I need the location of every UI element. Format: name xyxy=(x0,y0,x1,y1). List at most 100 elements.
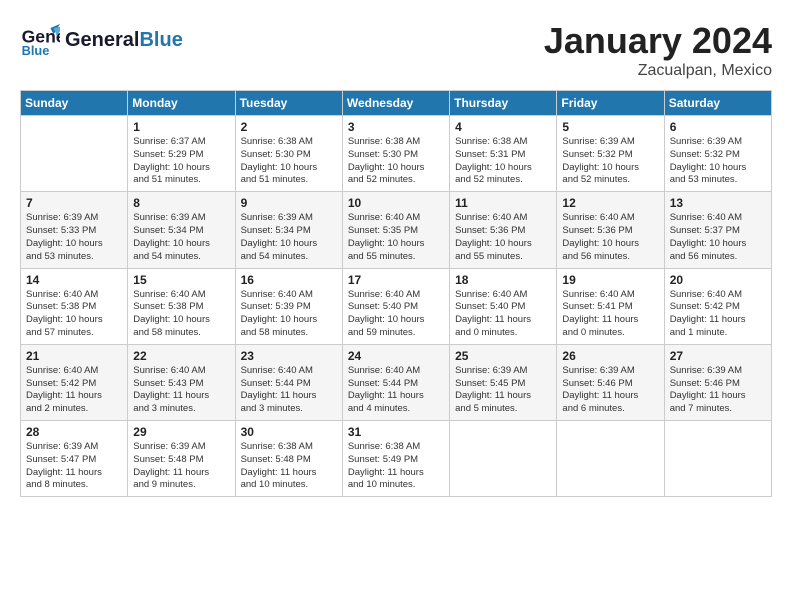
day-info: Sunrise: 6:40 AMSunset: 5:40 PMDaylight:… xyxy=(348,289,444,340)
day-info: Sunrise: 6:40 AMSunset: 5:36 PMDaylight:… xyxy=(455,212,551,263)
calendar-day-cell xyxy=(557,421,664,497)
day-number: 27 xyxy=(670,349,766,363)
day-info: Sunrise: 6:38 AMSunset: 5:30 PMDaylight:… xyxy=(241,136,337,187)
day-number: 25 xyxy=(455,349,551,363)
day-info: Sunrise: 6:40 AMSunset: 5:40 PMDaylight:… xyxy=(455,289,551,340)
page-header: General Blue GeneralBlue January 2024 Za… xyxy=(20,20,772,80)
calendar-day-cell: 26Sunrise: 6:39 AMSunset: 5:46 PMDayligh… xyxy=(557,344,664,420)
day-info: Sunrise: 6:40 AMSunset: 5:43 PMDaylight:… xyxy=(133,365,229,416)
day-info: Sunrise: 6:39 AMSunset: 5:33 PMDaylight:… xyxy=(26,212,122,263)
day-info: Sunrise: 6:40 AMSunset: 5:38 PMDaylight:… xyxy=(26,289,122,340)
calendar-day-cell: 29 Sunrise: 6:39 AMSunset: 5:48 PMDayligh… xyxy=(128,421,235,497)
day-info: Sunrise: 6:40 AMSunset: 5:44 PMDaylight:… xyxy=(348,365,444,416)
calendar-day-cell: 16 Sunrise: 6:40 AMSunset: 5:39 PMDayligh… xyxy=(235,268,342,344)
calendar-day-cell: 18 Sunrise: 6:40 AMSunset: 5:40 PMDayligh… xyxy=(450,268,557,344)
calendar-day-cell: 8 Sunrise: 6:39 AMSunset: 5:34 PMDaylight… xyxy=(128,192,235,268)
day-info: Sunrise: 6:38 AMSunset: 5:49 PMDaylight:… xyxy=(348,441,444,492)
svg-text:Blue: Blue xyxy=(22,43,50,58)
day-info: Sunrise: 6:39 AMSunset: 5:32 PMDaylight:… xyxy=(562,136,658,187)
calendar-week-row: 28Sunrise: 6:39 AMSunset: 5:47 PMDayligh… xyxy=(21,421,772,497)
day-number: 5 xyxy=(562,120,658,134)
calendar-day-cell: 3 Sunrise: 6:38 AMSunset: 5:30 PMDaylight… xyxy=(342,116,449,192)
day-number: 20 xyxy=(670,273,766,287)
calendar-day-cell: 28Sunrise: 6:39 AMSunset: 5:47 PMDayligh… xyxy=(21,421,128,497)
calendar-day-cell: 25 Sunrise: 6:39 AMSunset: 5:45 PMDayligh… xyxy=(450,344,557,420)
calendar-day-cell: 2 Sunrise: 6:38 AMSunset: 5:30 PMDaylight… xyxy=(235,116,342,192)
month-title: January 2024 xyxy=(544,20,772,62)
day-info: Sunrise: 6:40 AMSunset: 5:37 PMDaylight:… xyxy=(670,212,766,263)
day-info: Sunrise: 6:40 AMSunset: 5:41 PMDaylight:… xyxy=(562,289,658,340)
calendar-day-cell: 11 Sunrise: 6:40 AMSunset: 5:36 PMDayligh… xyxy=(450,192,557,268)
day-number: 13 xyxy=(670,196,766,210)
day-number: 19 xyxy=(562,273,658,287)
day-of-week-header: Saturday xyxy=(664,91,771,116)
calendar-day-cell: 23 Sunrise: 6:40 AMSunset: 5:44 PMDayligh… xyxy=(235,344,342,420)
calendar-day-cell xyxy=(450,421,557,497)
calendar-day-cell: 1 Sunrise: 6:37 AMSunset: 5:29 PMDaylight… xyxy=(128,116,235,192)
day-number: 24 xyxy=(348,349,444,363)
day-number: 10 xyxy=(348,196,444,210)
day-info: Sunrise: 6:40 AMSunset: 5:42 PMDaylight:… xyxy=(26,365,122,416)
day-info: Sunrise: 6:39 AMSunset: 5:46 PMDaylight:… xyxy=(562,365,658,416)
day-number: 17 xyxy=(348,273,444,287)
day-number: 11 xyxy=(455,196,551,210)
calendar-day-cell: 13 Sunrise: 6:40 AMSunset: 5:37 PMDayligh… xyxy=(664,192,771,268)
day-number: 4 xyxy=(455,120,551,134)
day-number: 16 xyxy=(241,273,337,287)
day-number: 12 xyxy=(562,196,658,210)
day-info: Sunrise: 6:40 AMSunset: 5:38 PMDaylight:… xyxy=(133,289,229,340)
day-info: Sunrise: 6:40 AMSunset: 5:44 PMDaylight:… xyxy=(241,365,337,416)
calendar-day-cell: 15 Sunrise: 6:40 AMSunset: 5:38 PMDayligh… xyxy=(128,268,235,344)
calendar-day-cell: 10Sunrise: 6:40 AMSunset: 5:35 PMDayligh… xyxy=(342,192,449,268)
day-info: Sunrise: 6:40 AMSunset: 5:39 PMDaylight:… xyxy=(241,289,337,340)
day-number: 29 xyxy=(133,425,229,439)
calendar-day-cell: 5 Sunrise: 6:39 AMSunset: 5:32 PMDaylight… xyxy=(557,116,664,192)
calendar-day-cell: 27 Sunrise: 6:39 AMSunset: 5:46 PMDayligh… xyxy=(664,344,771,420)
day-number: 8 xyxy=(133,196,229,210)
calendar-day-cell: 24 Sunrise: 6:40 AMSunset: 5:44 PMDayligh… xyxy=(342,344,449,420)
day-number: 3 xyxy=(348,120,444,134)
day-of-week-header: Sunday xyxy=(21,91,128,116)
day-number: 28 xyxy=(26,425,122,439)
location: Zacualpan, Mexico xyxy=(544,62,772,80)
day-info: Sunrise: 6:37 AMSunset: 5:29 PMDaylight:… xyxy=(133,136,229,187)
day-of-week-header: Thursday xyxy=(450,91,557,116)
day-info: Sunrise: 6:40 AMSunset: 5:36 PMDaylight:… xyxy=(562,212,658,263)
day-info: Sunrise: 6:39 AMSunset: 5:34 PMDaylight:… xyxy=(241,212,337,263)
title-block: January 2024 Zacualpan, Mexico xyxy=(544,20,772,80)
day-info: Sunrise: 6:39 AMSunset: 5:45 PMDaylight:… xyxy=(455,365,551,416)
day-info: Sunrise: 6:39 AMSunset: 5:34 PMDaylight:… xyxy=(133,212,229,263)
calendar-day-cell: 21Sunrise: 6:40 AMSunset: 5:42 PMDayligh… xyxy=(21,344,128,420)
day-number: 31 xyxy=(348,425,444,439)
day-number: 18 xyxy=(455,273,551,287)
day-number: 6 xyxy=(670,120,766,134)
calendar-day-cell: 7Sunrise: 6:39 AMSunset: 5:33 PMDaylight… xyxy=(21,192,128,268)
day-info: Sunrise: 6:38 AMSunset: 5:31 PMDaylight:… xyxy=(455,136,551,187)
day-number: 15 xyxy=(133,273,229,287)
calendar-day-cell xyxy=(664,421,771,497)
calendar-day-cell: 30 Sunrise: 6:38 AMSunset: 5:48 PMDayligh… xyxy=(235,421,342,497)
calendar-day-cell: 4 Sunrise: 6:38 AMSunset: 5:31 PMDaylight… xyxy=(450,116,557,192)
calendar-week-row: 14 Sunrise: 6:40 AMSunset: 5:38 PMDayligh… xyxy=(21,268,772,344)
day-of-week-header: Wednesday xyxy=(342,91,449,116)
day-number: 23 xyxy=(241,349,337,363)
day-of-week-header: Monday xyxy=(128,91,235,116)
calendar-week-row: 1 Sunrise: 6:37 AMSunset: 5:29 PMDaylight… xyxy=(21,116,772,192)
day-info: Sunrise: 6:39 AMSunset: 5:48 PMDaylight:… xyxy=(133,441,229,492)
calendar-day-cell: 14 Sunrise: 6:40 AMSunset: 5:38 PMDayligh… xyxy=(21,268,128,344)
day-info: Sunrise: 6:38 AMSunset: 5:48 PMDaylight:… xyxy=(241,441,337,492)
day-number: 30 xyxy=(241,425,337,439)
calendar-day-cell: 17 Sunrise: 6:40 AMSunset: 5:40 PMDayligh… xyxy=(342,268,449,344)
day-of-week-header: Friday xyxy=(557,91,664,116)
day-info: Sunrise: 6:39 AMSunset: 5:46 PMDaylight:… xyxy=(670,365,766,416)
day-number: 2 xyxy=(241,120,337,134)
day-info: Sunrise: 6:40 AMSunset: 5:42 PMDaylight:… xyxy=(670,289,766,340)
day-info: Sunrise: 6:39 AMSunset: 5:32 PMDaylight:… xyxy=(670,136,766,187)
calendar-day-cell xyxy=(21,116,128,192)
calendar-header-row: SundayMondayTuesdayWednesdayThursdayFrid… xyxy=(21,91,772,116)
day-number: 1 xyxy=(133,120,229,134)
day-number: 22 xyxy=(133,349,229,363)
day-number: 14 xyxy=(26,273,122,287)
calendar-day-cell: 12 Sunrise: 6:40 AMSunset: 5:36 PMDayligh… xyxy=(557,192,664,268)
day-info: Sunrise: 6:38 AMSunset: 5:30 PMDaylight:… xyxy=(348,136,444,187)
